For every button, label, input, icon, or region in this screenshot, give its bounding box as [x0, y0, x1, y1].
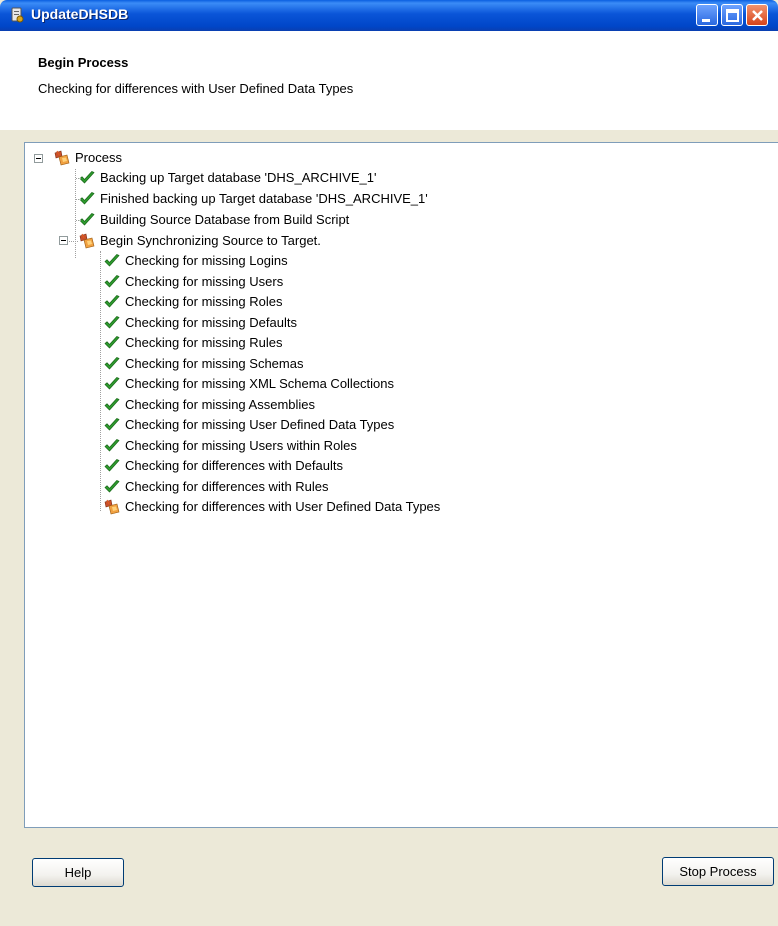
page-title: Begin Process [38, 55, 129, 70]
tree-connector [76, 199, 81, 200]
tree-item-label: Checking for differences with Defaults [125, 458, 343, 473]
wizard-header: Begin Process Checking for differences w… [0, 31, 778, 130]
tree-item-label: Checking for differences with Rules [125, 479, 329, 494]
tree-item-label: Begin Synchronizing Source to Target. [100, 233, 321, 248]
running-process-icon [78, 232, 96, 250]
tree-item-label: Building Source Database from Build Scri… [100, 212, 350, 227]
minimize-icon [702, 19, 710, 22]
tree-item-label: Checking for missing Users [125, 274, 284, 289]
tree-item-label: Finished backing up Target database 'DHS… [100, 191, 428, 206]
app-icon [9, 7, 25, 23]
tree-item-label: Checking for missing Logins [125, 253, 288, 268]
window-titlebar[interactable]: UpdateDHSDB [0, 0, 778, 31]
tree-item-label: Checking for missing Roles [125, 294, 283, 309]
green-check-icon [103, 355, 121, 373]
process-tree[interactable]: Process Backing up Target database 'DHS_… [24, 142, 778, 828]
green-check-icon [103, 375, 121, 393]
root-collapse-toggle[interactable] [34, 154, 43, 163]
minimize-button[interactable] [696, 4, 718, 26]
tree-item-label: Checking for missing Defaults [125, 315, 297, 330]
stop-process-button[interactable]: Stop Process [662, 857, 774, 886]
running-process-icon [53, 149, 71, 167]
green-check-icon [103, 457, 121, 475]
tree-item-label: Backing up Target database 'DHS_ARCHIVE_… [100, 170, 377, 185]
green-check-icon [103, 478, 121, 496]
green-check-icon [103, 252, 121, 270]
sync-collapse-toggle[interactable] [59, 236, 68, 245]
green-check-icon [103, 437, 121, 455]
page-subtitle: Checking for differences with User Defin… [38, 81, 354, 96]
running-process-icon [103, 498, 121, 516]
green-check-icon [103, 334, 121, 352]
close-icon [752, 10, 763, 21]
help-button[interactable]: Help [32, 858, 124, 887]
tree-item-label: Checking for missing User Defined Data T… [125, 417, 395, 432]
tree-connector [76, 220, 81, 221]
window-title: UpdateDHSDB [31, 6, 129, 22]
tree-item-label: Checking for missing Assemblies [125, 397, 316, 412]
tree-item-label: Checking for missing XML Schema Collecti… [125, 376, 395, 391]
tree-connector [69, 241, 78, 242]
tree-connector [76, 178, 81, 179]
tree-item-label: Checking for differences with User Defin… [125, 499, 441, 514]
tree-item-label: Checking for missing Schemas [125, 356, 304, 371]
green-check-icon [103, 273, 121, 291]
close-button[interactable] [746, 4, 768, 26]
maximize-button[interactable] [721, 4, 743, 26]
tree-item-label: Checking for missing Users within Roles [125, 438, 357, 453]
green-check-icon [103, 396, 121, 414]
maximize-icon [726, 9, 739, 22]
tree-connector [75, 169, 76, 258]
green-check-icon [103, 293, 121, 311]
green-check-icon [103, 314, 121, 332]
tree-node-label: Process [75, 150, 122, 165]
green-check-icon [103, 416, 121, 434]
tree-connector [100, 251, 101, 511]
tree-item-label: Checking for missing Rules [125, 335, 283, 350]
